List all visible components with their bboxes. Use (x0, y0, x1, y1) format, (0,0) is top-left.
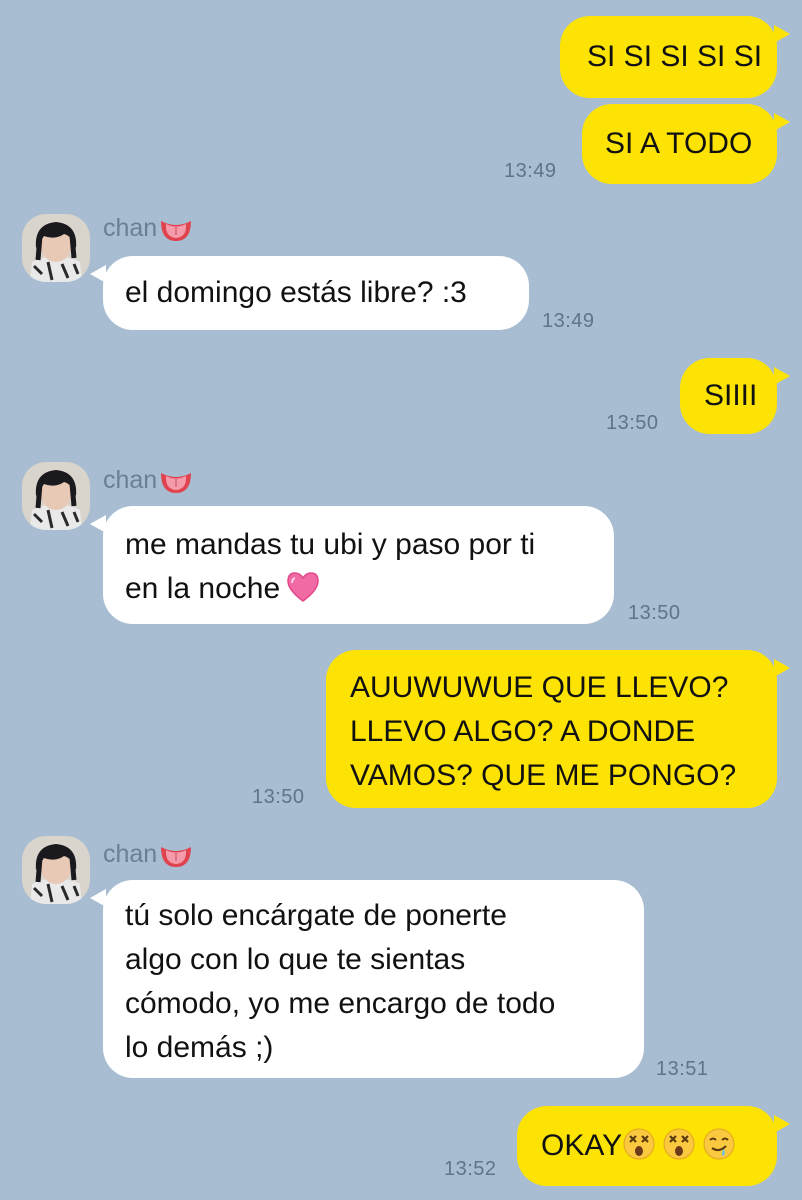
sender-name-label: chan (103, 214, 158, 242)
message-bubble-outgoing[interactable]: SI SI SI SI SI (560, 16, 790, 98)
message-bubble-outgoing[interactable]: SIIII (680, 358, 790, 434)
sender-name-label: chan (103, 466, 158, 494)
message-timestamp: 13:50 (252, 786, 305, 808)
message-timestamp: 13:49 (504, 160, 557, 182)
message-timestamp: 13:49 (542, 310, 595, 332)
dizzy-face-emoji-icon (622, 1127, 656, 1161)
dizzy-face-emoji-icon (662, 1127, 696, 1161)
message-bubble-incoming[interactable]: tú solo encárgate de ponerte algo con lo… (90, 880, 644, 1078)
contact-avatar[interactable] (22, 214, 90, 282)
message-timestamp: 13:52 (444, 1158, 497, 1180)
tongue-emoji-icon (159, 841, 193, 869)
sender-name-label: chan (103, 840, 158, 868)
tongue-emoji-icon (159, 467, 193, 495)
tongue-emoji-icon (159, 215, 193, 243)
message-bubble-outgoing[interactable]: OKAY (517, 1106, 790, 1186)
drooling-face-emoji-icon (702, 1127, 736, 1161)
sender-name: chan (103, 840, 193, 869)
message-bubble-outgoing[interactable]: AUUWUWUE QUE LLEVO? LLEVO ALGO? A DONDE … (326, 650, 790, 808)
pink-heart-emoji-icon (286, 570, 320, 604)
message-timestamp: 13:50 (628, 602, 681, 624)
contact-avatar[interactable] (22, 462, 90, 530)
contact-avatar[interactable] (22, 836, 90, 904)
message-timestamp: 13:50 (606, 412, 659, 434)
message-bubble-outgoing[interactable]: SI A TODO (582, 104, 790, 184)
message-timestamp: 13:51 (656, 1058, 709, 1080)
message-text: OKAY (541, 1129, 623, 1162)
sender-name: chan (103, 466, 193, 495)
sender-name: chan (103, 214, 193, 243)
message-bubble-incoming[interactable]: me mandas tu ubi y paso por ti en la noc… (90, 506, 614, 624)
message-text: me mandas tu ubi y paso por ti en la noc… (125, 528, 536, 605)
message-bubble-incoming[interactable]: el domingo estás libre? :3 (90, 256, 529, 330)
